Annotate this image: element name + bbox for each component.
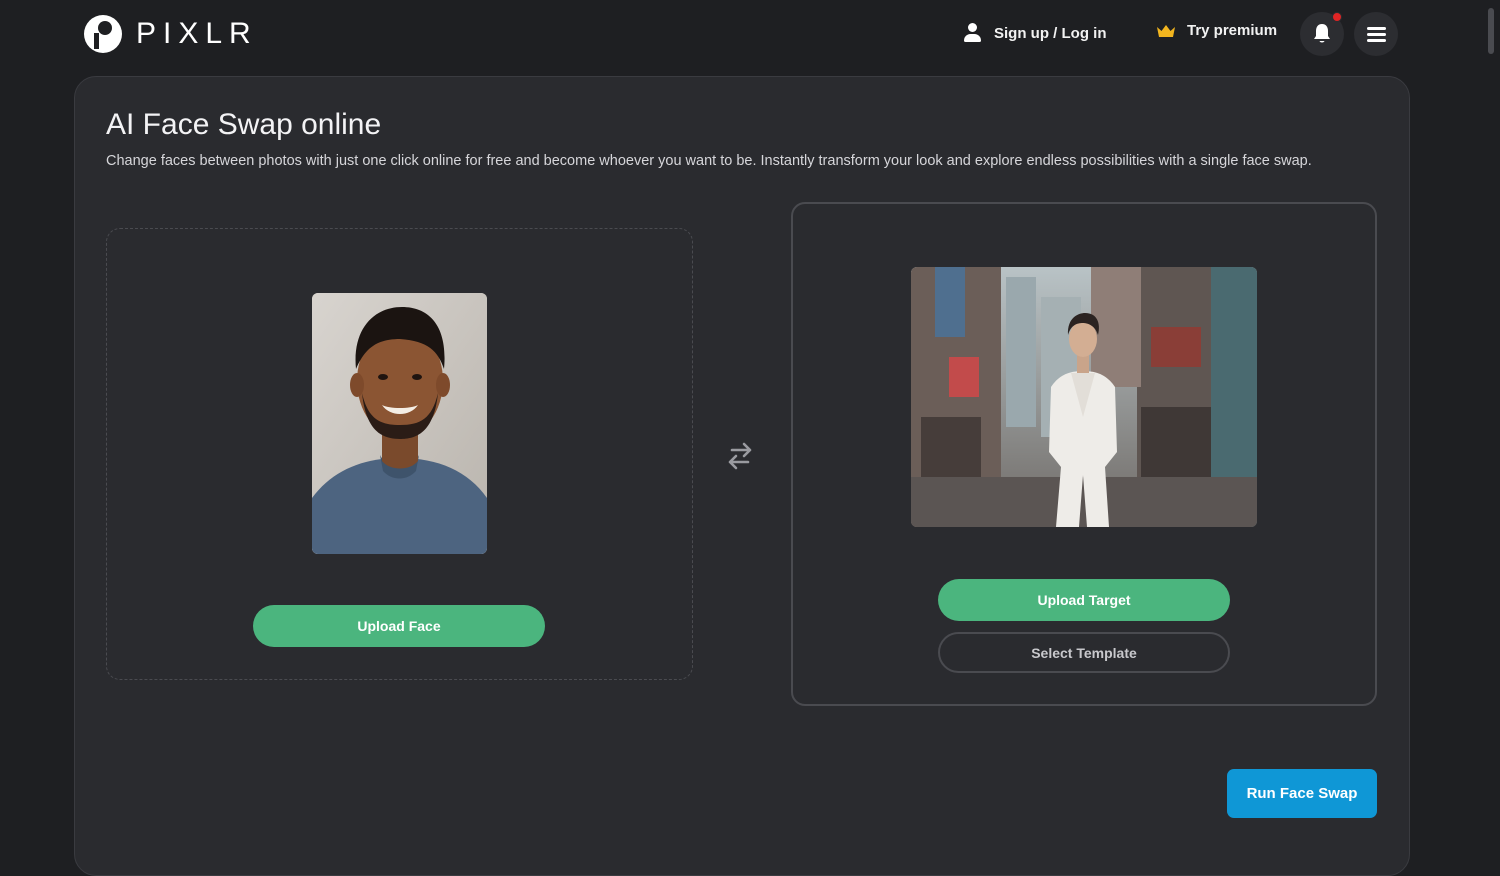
pixlr-logo[interactable]: PIXLR bbox=[84, 15, 258, 53]
select-template-button[interactable]: Select Template bbox=[938, 632, 1230, 673]
top-nav: PIXLR Sign up / Log in Try premium bbox=[0, 0, 1500, 70]
crown-icon bbox=[1157, 24, 1175, 37]
menu-button[interactable] bbox=[1354, 12, 1398, 56]
face-image bbox=[312, 293, 487, 554]
run-face-swap-button[interactable]: Run Face Swap bbox=[1227, 769, 1377, 818]
upload-target-button[interactable]: Upload Target bbox=[938, 579, 1230, 621]
user-icon bbox=[962, 22, 984, 44]
bell-icon bbox=[1314, 24, 1330, 43]
logo-text: PIXLR bbox=[136, 17, 258, 50]
signin-link[interactable]: Sign up / Log in bbox=[962, 22, 1106, 44]
notification-badge bbox=[1332, 12, 1342, 22]
page-title: AI Face Swap online bbox=[106, 108, 382, 141]
swap-arrows-icon[interactable] bbox=[724, 440, 756, 472]
notifications-button[interactable] bbox=[1300, 12, 1344, 56]
premium-label: Try premium bbox=[1187, 22, 1278, 39]
upload-face-button[interactable]: Upload Face bbox=[253, 605, 545, 647]
pixlr-logo-icon bbox=[84, 15, 122, 53]
menu-icon bbox=[1366, 24, 1386, 45]
scrollbar[interactable] bbox=[1488, 8, 1494, 54]
signin-label: Sign up / Log in bbox=[994, 24, 1107, 42]
try-premium-link[interactable]: Try premium bbox=[1156, 22, 1277, 39]
target-image bbox=[911, 267, 1257, 527]
page-description: Change faces between photos with just on… bbox=[106, 153, 1312, 169]
